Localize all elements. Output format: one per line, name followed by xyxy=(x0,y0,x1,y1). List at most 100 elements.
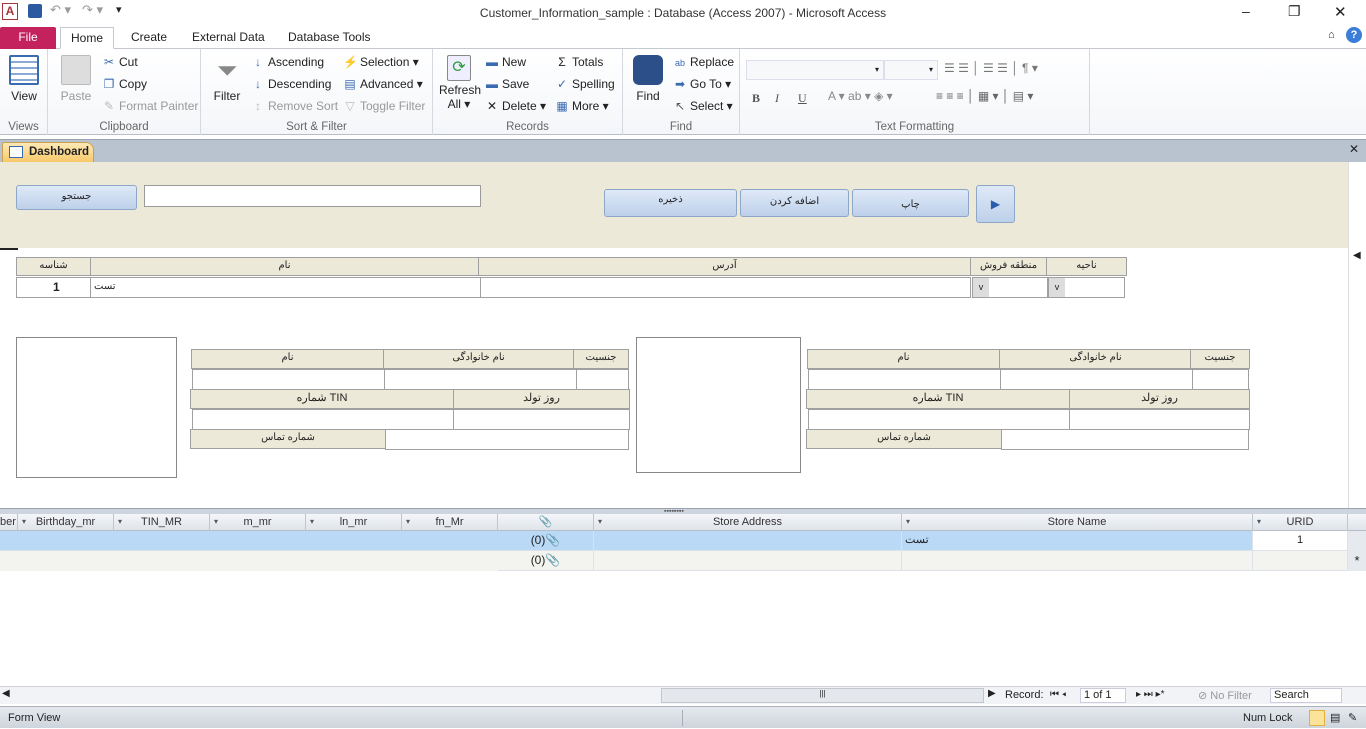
last-name-field[interactable] xyxy=(384,369,577,390)
photo-box-1[interactable] xyxy=(16,337,177,478)
descending-button[interactable]: ↓ Descending xyxy=(251,77,331,91)
cut-button[interactable]: ✂ Cut xyxy=(102,55,138,69)
datasheet-view-button[interactable]: ▤ xyxy=(1330,707,1340,729)
column-header-attachment[interactable]: 📎 xyxy=(498,514,594,531)
first-record-button[interactable]: ⏮ ◂ xyxy=(1050,689,1066,700)
dropdown-arrow-icon[interactable]: ▾ xyxy=(598,514,602,530)
bold-button[interactable]: B xyxy=(752,91,760,106)
next-record-button[interactable]: ▶ xyxy=(976,185,1015,223)
scroll-left-button[interactable]: ◀ xyxy=(2,688,10,699)
last-name-field-2[interactable] xyxy=(1000,369,1193,390)
dropdown-arrow-icon[interactable]: ▾ xyxy=(406,514,410,530)
advanced-button[interactable]: ▤ Advanced ▾ xyxy=(343,77,422,91)
first-name-field[interactable] xyxy=(192,369,385,390)
goto-button[interactable]: ➡ Go To ▾ xyxy=(673,77,731,91)
tin-field-2[interactable] xyxy=(808,409,1070,430)
print-button[interactable]: چاپ xyxy=(852,189,969,217)
toggle-filter-button[interactable]: ▽ Toggle Filter xyxy=(343,99,425,113)
dropdown-arrow-icon[interactable]: v xyxy=(973,278,989,297)
more-button[interactable]: ▦ More ▾ xyxy=(555,99,608,113)
form-view-button[interactable] xyxy=(1309,710,1325,726)
form-vertical-scrollbar[interactable]: ◀ xyxy=(1348,162,1366,508)
column-header-tin[interactable]: ▾ TIN_MR xyxy=(114,514,210,531)
search-input[interactable] xyxy=(144,185,481,207)
dropdown-arrow-icon[interactable]: ▾ xyxy=(118,514,122,530)
remove-sort-button[interactable]: ↕ Remove Sort xyxy=(251,99,338,113)
spelling-button[interactable]: ✓ Spelling xyxy=(555,77,615,91)
search-box[interactable]: Search xyxy=(1270,688,1342,703)
find-button[interactable]: Find xyxy=(631,55,665,103)
store-name-cell[interactable] xyxy=(902,551,1253,571)
minimize-ribbon-icon[interactable]: ⌂ xyxy=(1328,29,1335,41)
birthday-field-2[interactable] xyxy=(1069,409,1250,430)
dropdown-arrow-icon[interactable]: ▾ xyxy=(214,514,218,530)
ascending-button[interactable]: ↓ Ascending xyxy=(251,55,324,69)
font-size-dropdown[interactable]: ▾ xyxy=(884,60,938,80)
view-button[interactable]: View xyxy=(6,55,42,103)
column-header-fn[interactable]: ▾ fn_Mr xyxy=(402,514,498,531)
table-row[interactable]: (0)📎 تست 1 xyxy=(0,531,1348,551)
address-field[interactable] xyxy=(480,277,971,298)
store-name-cell[interactable]: تست xyxy=(902,531,1253,551)
dropdown-arrow-icon[interactable]: ▾ xyxy=(310,514,314,530)
dropdown-arrow-icon[interactable]: ▾ xyxy=(22,514,26,530)
column-header-ln[interactable]: ▾ ln_mr xyxy=(306,514,402,531)
replace-button[interactable]: ab Replace xyxy=(673,55,734,69)
save-form-button[interactable]: ذخیره xyxy=(604,189,737,217)
column-header-store-address[interactable]: ▾ Store Address xyxy=(594,514,902,531)
tab-database-tools[interactable]: Database Tools xyxy=(278,27,381,49)
save-record-button[interactable]: ▬ Save xyxy=(485,77,529,91)
current-record-field[interactable]: 1 of 1 xyxy=(1080,688,1126,703)
align-buttons-icon[interactable]: ≡ ≡ ≡ │ ▦ ▾ │ ▤ ▾ xyxy=(936,89,1033,103)
phone-field-2[interactable] xyxy=(1001,429,1249,450)
store-address-cell[interactable] xyxy=(594,531,902,551)
scroll-left-arrow-icon[interactable]: ◀ xyxy=(1353,250,1361,261)
phone-field[interactable] xyxy=(385,429,629,450)
underline-button[interactable]: U xyxy=(798,91,807,106)
restore-button[interactable]: ❐ xyxy=(1288,3,1301,20)
dropdown-arrow-icon[interactable]: ▾ xyxy=(906,514,910,530)
name-field[interactable]: تست xyxy=(90,277,481,298)
format-painter-button[interactable]: ✎ Format Painter xyxy=(102,99,198,113)
record-selector[interactable] xyxy=(1348,531,1366,551)
list-buttons-icon[interactable]: ☰ ☰ │ ☰ ☰ │ ¶ ▾ xyxy=(944,61,1038,75)
font-color-icon[interactable]: A ▾ ab ▾ ◈ ▾ xyxy=(828,89,893,103)
sales-region-combo[interactable]: v xyxy=(972,277,1048,298)
italic-button[interactable]: I xyxy=(775,91,779,106)
filter-button[interactable]: ⏷ Filter xyxy=(211,55,243,103)
column-header-m[interactable]: ▾ m_mr xyxy=(210,514,306,531)
copy-button[interactable]: ❐ Copy xyxy=(102,77,147,91)
store-address-cell[interactable] xyxy=(594,551,902,571)
new-record-selector[interactable]: * xyxy=(1348,551,1366,571)
column-header-urid[interactable]: ▾ URID xyxy=(1253,514,1348,531)
selection-button[interactable]: ⚡ Selection ▾ xyxy=(343,55,419,69)
no-filter-button[interactable]: ⊘ No Filter xyxy=(1198,689,1252,702)
tab-home[interactable]: Home xyxy=(60,27,115,49)
close-button[interactable]: ✕ xyxy=(1334,3,1347,21)
paste-button[interactable]: Paste xyxy=(58,55,94,103)
urid-cell[interactable] xyxy=(1253,551,1348,571)
first-name-field-2[interactable] xyxy=(808,369,1001,390)
gender-field-2[interactable] xyxy=(1192,369,1249,390)
delete-record-button[interactable]: ✕ Delete ▾ xyxy=(485,99,546,113)
area-combo[interactable]: v xyxy=(1048,277,1125,298)
design-view-button[interactable]: ✎ xyxy=(1348,707,1357,729)
select-button[interactable]: ↖ Select ▾ xyxy=(673,99,733,113)
new-record-button[interactable]: ▬ New xyxy=(485,55,526,69)
scroll-right-button[interactable]: ▶ xyxy=(988,688,996,699)
tab-create[interactable]: Create xyxy=(121,27,177,49)
id-field[interactable]: 1 xyxy=(16,277,91,298)
font-name-dropdown[interactable]: ▾ xyxy=(746,60,884,80)
help-icon[interactable]: ? xyxy=(1346,27,1362,43)
photo-box-2[interactable] xyxy=(636,337,801,473)
minimize-button[interactable]: – xyxy=(1242,3,1250,19)
urid-cell[interactable]: 1 xyxy=(1253,531,1348,551)
column-header-store-name[interactable]: ▾ Store Name xyxy=(902,514,1253,531)
refresh-all-button[interactable]: ⟳ Refresh All ▾ xyxy=(439,55,481,111)
column-header-birthday[interactable]: ▾ Birthday_mr xyxy=(18,514,114,531)
gender-field[interactable] xyxy=(576,369,629,390)
attachment-cell[interactable]: (0)📎 xyxy=(498,551,594,571)
tin-field[interactable] xyxy=(192,409,454,430)
dropdown-arrow-icon[interactable]: v xyxy=(1049,278,1065,297)
search-button[interactable]: جستجو xyxy=(16,185,137,210)
